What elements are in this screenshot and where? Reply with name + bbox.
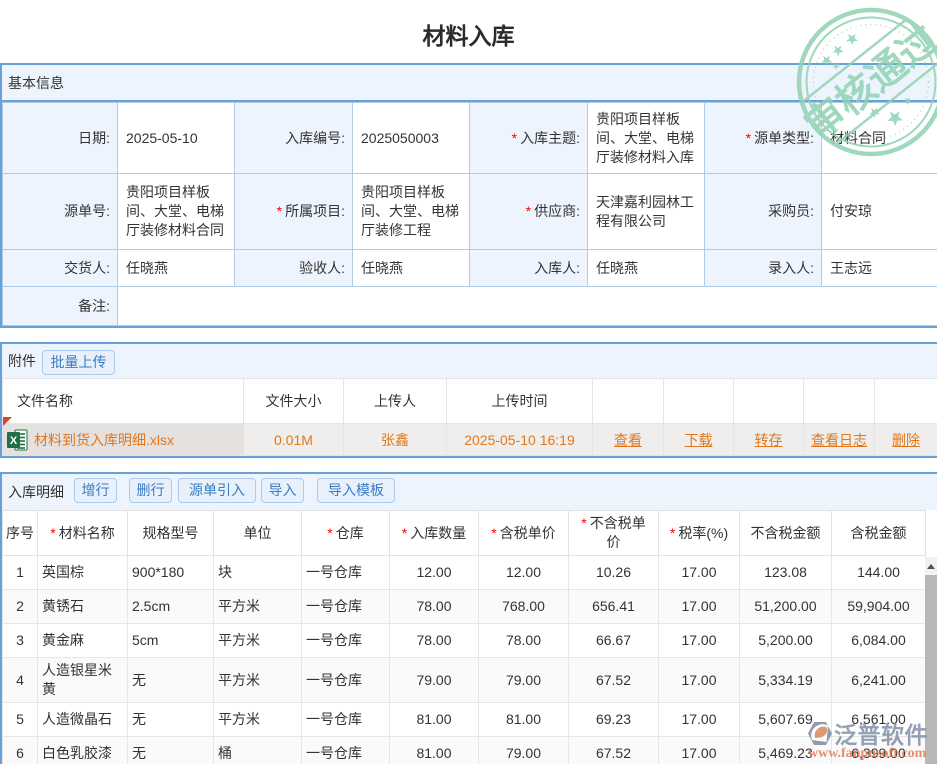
svg-text:X: X [10, 435, 18, 447]
